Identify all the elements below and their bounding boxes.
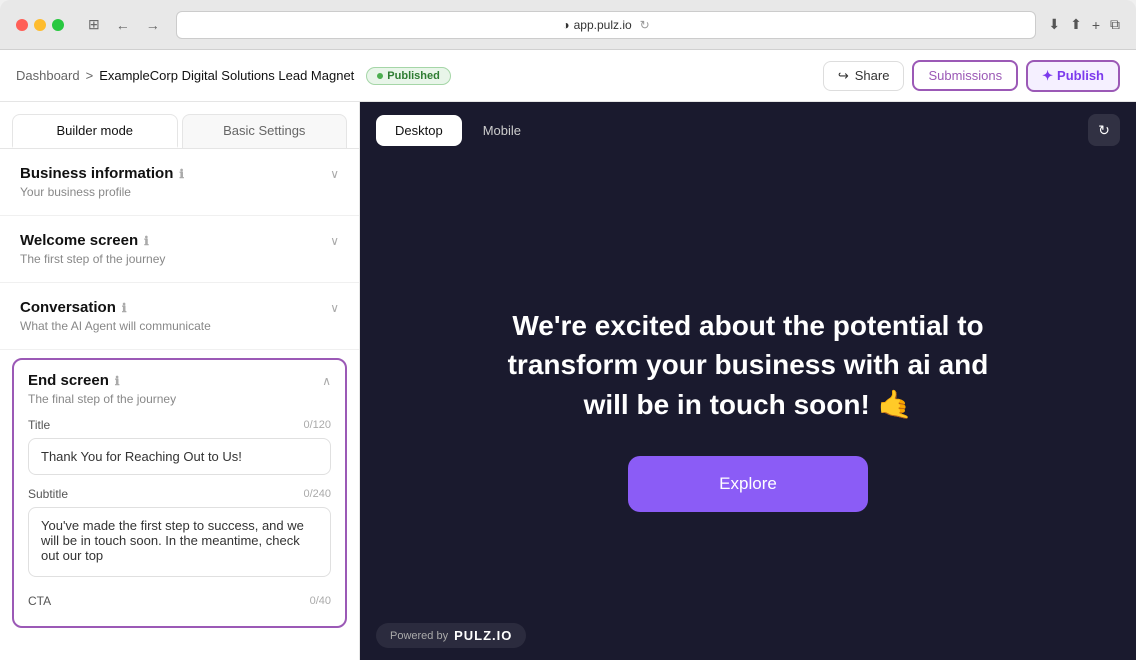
pulz-logo: PULZ.IO [454, 628, 512, 643]
maximize-button[interactable] [52, 19, 64, 31]
cta-field-group: CTA 0/40 [28, 594, 331, 608]
browser-controls: ⊞ ← → [84, 14, 164, 35]
share-label: Share [855, 68, 890, 83]
info-icon: ℹ [122, 301, 127, 315]
address-bar[interactable]: ◑ app.pulz.io ↻ [176, 11, 1037, 39]
tab-basic-settings[interactable]: Basic Settings [182, 114, 348, 148]
section-title: Conversation ℹ [20, 299, 126, 316]
explore-button[interactable]: Explore [628, 456, 868, 512]
traffic-lights [16, 19, 64, 31]
section-conversation[interactable]: Conversation ℹ ∨ What the AI Agent will … [0, 283, 359, 350]
tab-mobile[interactable]: Mobile [464, 115, 540, 146]
tabs-icon[interactable]: ⧉ [1110, 16, 1120, 33]
section-title: Business information ℹ [20, 165, 184, 182]
preview-content: We're excited about the potential to tra… [360, 158, 1136, 660]
chevron-down-icon: ∨ [330, 234, 339, 248]
new-tab-icon[interactable]: + [1092, 17, 1100, 33]
breadcrumb-current: ExampleCorp Digital Solutions Lead Magne… [99, 68, 354, 83]
published-label: Published [387, 70, 440, 82]
info-icon: ℹ [144, 234, 149, 248]
publish-icon: ✦ [1042, 68, 1053, 84]
section-subtitle: Your business profile [20, 185, 339, 199]
minimize-button[interactable] [34, 19, 46, 31]
submissions-button[interactable]: Submissions [912, 60, 1018, 91]
subtitle-field-label: Subtitle 0/240 [28, 487, 331, 501]
section-title: Welcome screen ℹ [20, 232, 149, 249]
section-title: End screen ℹ [28, 372, 119, 389]
subtitle-field-group: Subtitle 0/240 [28, 487, 331, 582]
section-business-info[interactable]: Business information ℹ ∨ Your business p… [0, 149, 359, 216]
section-welcome-screen[interactable]: Welcome screen ℹ ∨ The first step of the… [0, 216, 359, 283]
publish-button[interactable]: ✦ Publish [1026, 60, 1120, 92]
main-layout: Builder mode Basic Settings Business inf… [0, 102, 1136, 660]
refresh-icon: ↻ [1098, 122, 1110, 139]
share-arrow-icon: ↪ [838, 68, 849, 84]
share-icon[interactable]: ⬆ [1070, 16, 1082, 33]
browser-actions: ⬇ ⬆ + ⧉ [1048, 16, 1120, 33]
section-header: Welcome screen ℹ ∨ [20, 232, 339, 249]
breadcrumb: Dashboard > ExampleCorp Digital Solution… [16, 68, 354, 83]
refresh-icon[interactable]: ↻ [640, 18, 650, 32]
info-icon: ℹ [115, 374, 120, 388]
cta-counter: 0/40 [310, 595, 331, 607]
submissions-label: Submissions [928, 68, 1002, 83]
tab-desktop[interactable]: Desktop [376, 115, 462, 146]
close-button[interactable] [16, 19, 28, 31]
theme-icon: ◑ [562, 18, 569, 32]
preview-headline: We're excited about the potential to tra… [488, 306, 1008, 424]
url-text: app.pulz.io [574, 18, 632, 32]
right-panel: Desktop Mobile ↻ We're excited about the… [360, 102, 1136, 660]
tab-builder-mode[interactable]: Builder mode [12, 114, 178, 148]
chevron-down-icon: ∨ [330, 167, 339, 181]
breadcrumb-home[interactable]: Dashboard [16, 68, 80, 83]
section-header: Business information ℹ ∨ [20, 165, 339, 182]
publish-label: Publish [1057, 68, 1104, 83]
share-button[interactable]: ↪ Share [823, 61, 905, 91]
sidebar-toggle-button[interactable]: ⊞ [84, 14, 104, 35]
back-button[interactable]: ← [112, 15, 134, 35]
info-icon: ℹ [179, 167, 184, 181]
title-counter: 0/120 [303, 419, 331, 431]
powered-by-text: Powered by [390, 630, 448, 642]
preview-tabs: Desktop Mobile ↻ [360, 102, 1136, 158]
download-icon[interactable]: ⬇ [1048, 16, 1060, 33]
refresh-button[interactable]: ↻ [1088, 114, 1120, 146]
chevron-up-icon: ∧ [322, 374, 331, 388]
title-input[interactable] [28, 438, 331, 475]
section-end-screen[interactable]: End screen ℹ ∧ The final step of the jou… [12, 358, 347, 628]
title-field-label: Title 0/120 [28, 418, 331, 432]
left-panel: Builder mode Basic Settings Business inf… [0, 102, 360, 660]
cta-field-label: CTA 0/40 [28, 594, 331, 608]
breadcrumb-separator: > [86, 68, 94, 83]
chevron-down-icon: ∨ [330, 301, 339, 315]
section-subtitle: The final step of the journey [28, 392, 331, 406]
mode-tabs: Builder mode Basic Settings [0, 102, 359, 149]
published-badge: Published [366, 67, 451, 85]
section-subtitle: The first step of the journey [20, 252, 339, 266]
section-header: End screen ℹ ∧ [28, 372, 331, 389]
title-field-group: Title 0/120 [28, 418, 331, 475]
section-subtitle: What the AI Agent will communicate [20, 319, 339, 333]
app-bar: Dashboard > ExampleCorp Digital Solution… [0, 50, 1136, 102]
section-header: Conversation ℹ ∨ [20, 299, 339, 316]
subtitle-input[interactable] [28, 507, 331, 577]
browser-chrome: ⊞ ← → ◑ app.pulz.io ↻ ⬇ ⬆ + ⧉ [0, 0, 1136, 50]
app-bar-actions: ↪ Share Submissions ✦ Publish [823, 60, 1120, 92]
subtitle-counter: 0/240 [303, 488, 331, 500]
forward-button[interactable]: → [142, 15, 164, 35]
preview-footer: Powered by PULZ.IO [376, 623, 526, 648]
published-dot [377, 73, 383, 79]
